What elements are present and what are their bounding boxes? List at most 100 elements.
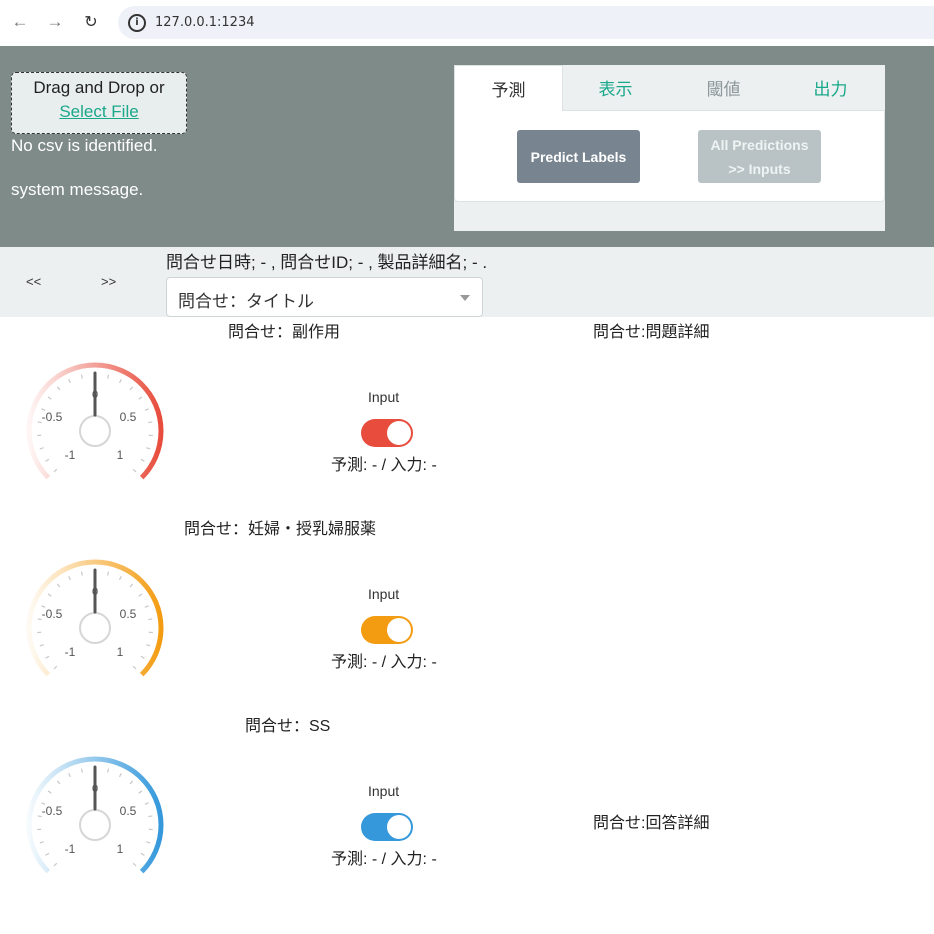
tab-content: Predict Labels All Predictions >> Inputs (454, 110, 885, 202)
prev-record-button[interactable]: << (26, 274, 41, 289)
label-gauge: -0.5 0.5 -1 1 0 (15, 355, 175, 485)
inquiry-meta: 問合せ日時; - , 問合せID; - , 製品詳細名; - . (166, 253, 488, 272)
gauge-hub (79, 809, 111, 841)
chevron-down-icon (460, 295, 470, 301)
dropzone-prompt: Drag and Drop or (33, 78, 165, 97)
tab-output[interactable]: 出力 (777, 65, 884, 110)
input-toggle[interactable] (361, 813, 413, 841)
all-predictions-label: All Predictions (710, 136, 809, 153)
gauge-tick (118, 379, 122, 384)
gauge-tick (146, 447, 151, 450)
forward-arrow-icon[interactable]: → (44, 11, 66, 33)
gauge-tick (47, 790, 52, 794)
gauge-tick (118, 576, 122, 581)
gauge-tick (144, 802, 149, 805)
gauge-tick-label: 1 (117, 842, 124, 856)
gauge-tick-label: -0.5 (42, 607, 63, 621)
gauge-tick (80, 374, 83, 379)
gauge-tick (39, 644, 44, 647)
gauge-tick (148, 618, 153, 621)
gauge-tick (138, 593, 143, 597)
input-toggle[interactable] (361, 419, 413, 447)
gauge-tick (56, 583, 61, 588)
tab-predict[interactable]: 予測 (454, 65, 563, 111)
prediction-status: 予測: - / 入力: - (331, 851, 437, 868)
input-caption: Input (368, 586, 400, 602)
gauge-tick (132, 665, 137, 670)
gauge-svg: -0.5 0.5 -1 1 0 (26, 362, 164, 480)
file-dropzone[interactable]: Drag and Drop or Select File (11, 72, 187, 134)
record-navigation: << >> 問合せ日時; - , 問合せID; - , 製品詳細名; - . 問… (0, 247, 934, 317)
label-title: 問合せ：SS (245, 718, 331, 735)
gauge-tick (80, 768, 83, 773)
gauge-tick-label: -1 (65, 645, 76, 659)
predict-labels-button[interactable]: Predict Labels (517, 130, 640, 183)
label-title: 問合せ：副作用 (228, 324, 341, 341)
label-gauge: -0.5 0.5 -1 1 0 (15, 552, 175, 682)
gauge-center-label: 0 (92, 586, 98, 598)
toggle-knob (387, 421, 411, 445)
gauge-tick (68, 773, 72, 778)
browser-toolbar: ← → ↻ i 127.0.0.1:1234 (0, 0, 934, 46)
gauge-tick (39, 447, 44, 450)
gauge-tick (140, 655, 145, 659)
gauge-tick (45, 458, 50, 462)
gauge-tick (45, 655, 50, 659)
system-message: system message. (11, 180, 144, 199)
gauge-tick-label: 1 (117, 448, 124, 462)
gauge-tick (107, 374, 110, 379)
gauge-tick (53, 665, 58, 670)
info-icon[interactable]: i (128, 14, 146, 32)
address-bar[interactable]: i 127.0.0.1:1234 (118, 6, 934, 39)
prediction-status: 予測: - / 入力: - (331, 654, 437, 671)
gauge-tick (146, 841, 151, 844)
gauge-tick-label: -1 (65, 448, 76, 462)
gauge-tick-label: 0.5 (120, 607, 137, 621)
gauge-tick (138, 790, 143, 794)
gauge-tick (118, 773, 122, 778)
gauge-tick (144, 605, 149, 608)
gauge-tick-label: 0.5 (120, 804, 137, 818)
back-arrow-icon[interactable]: ← (9, 11, 31, 33)
gauge-tick (53, 468, 58, 473)
gauge-tick (45, 852, 50, 856)
gauge-tick (146, 644, 151, 647)
gauge-svg: -0.5 0.5 -1 1 0 (26, 756, 164, 874)
field-select-value: 問合せ：タイトル (178, 292, 314, 311)
input-toggle[interactable] (361, 616, 413, 644)
gauge-svg: -0.5 0.5 -1 1 0 (26, 559, 164, 677)
url-text[interactable]: 127.0.0.1:1234 (155, 15, 255, 30)
problem-detail-heading: 問合せ:問題詳細 (593, 324, 710, 341)
field-select[interactable]: 問合せ：タイトル (166, 277, 483, 317)
answer-detail-heading: 問合せ:回答詳細 (593, 815, 710, 832)
tab-display[interactable]: 表示 (562, 65, 669, 110)
gauge-tick-label: 0.5 (120, 410, 137, 424)
gauge-tick-label: -0.5 (42, 410, 63, 424)
gauge-center-label: 0 (92, 783, 98, 795)
tab-panel: 予測 表示 閾値 出力 Predict Labels All Predictio… (454, 65, 885, 231)
gauge-hub (79, 415, 111, 447)
all-predictions-sublabel: >> Inputs (728, 160, 791, 177)
gauge-tick-label: -0.5 (42, 804, 63, 818)
gauge-tick (47, 396, 52, 400)
label-title: 問合せ：妊婦・授乳婦服薬 (184, 521, 377, 538)
gauge-tick (140, 852, 145, 856)
next-record-button[interactable]: >> (101, 274, 116, 289)
gauge-tick (107, 571, 110, 576)
toggle-knob (387, 618, 411, 642)
reload-icon[interactable]: ↻ (80, 11, 102, 33)
upload-status: No csv is identified. (11, 136, 158, 155)
prediction-status: 予測: - / 入力: - (331, 457, 437, 474)
gauge-hub (79, 612, 111, 644)
gauge-tick (68, 379, 72, 384)
gauge-tick (56, 386, 61, 391)
input-caption: Input (368, 389, 400, 405)
tab-threshold[interactable]: 閾値 (670, 65, 777, 110)
gauge-tick (129, 583, 134, 588)
gauge-tick-label: 1 (117, 645, 124, 659)
all-predictions-button[interactable]: All Predictions >> Inputs (698, 130, 821, 183)
gauge-tick (148, 421, 153, 424)
gauge-tick (80, 571, 83, 576)
select-file-link[interactable]: Select File (12, 102, 186, 122)
gauge-tick (68, 576, 72, 581)
